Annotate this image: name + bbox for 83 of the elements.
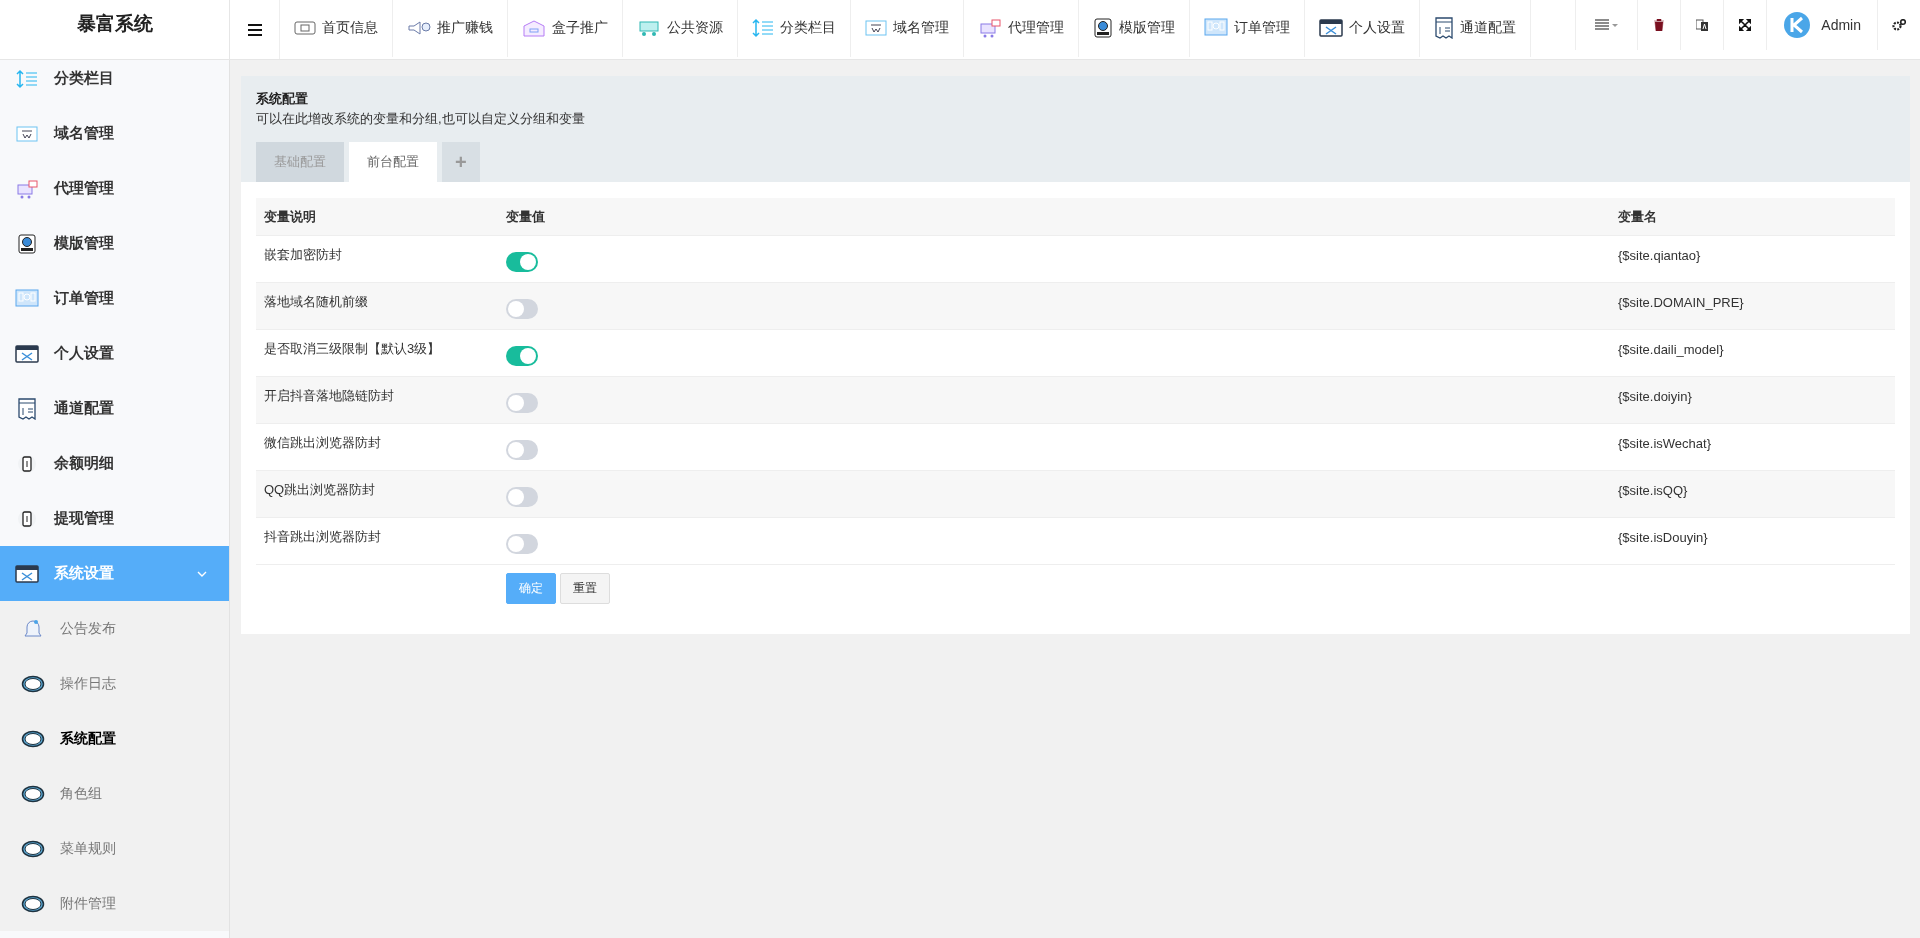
sidebar-item[interactable]: 模版管理 (0, 216, 229, 271)
submenu-item[interactable]: 附件管理 (0, 876, 229, 931)
translate-icon[interactable] (1696, 19, 1709, 31)
ring-icon (20, 674, 46, 693)
window-tools-icon (14, 564, 40, 583)
table-cell-text: 抖音跳出浏览器防封 (263, 528, 382, 546)
document-icon (1093, 18, 1113, 38)
nav-item[interactable]: 模版管理 (1079, 0, 1190, 57)
sidebar-item[interactable]: 域名管理 (0, 106, 229, 161)
monitor-icon (294, 20, 316, 36)
column-header: 变量名 (1617, 207, 1658, 226)
cart-icon (14, 178, 40, 199)
sidebar-item[interactable]: 个人设置 (0, 326, 229, 381)
sort-lines-icon (14, 68, 40, 89)
nav-item[interactable]: 个人设置 (1305, 0, 1420, 57)
nav-item[interactable]: 域名管理 (851, 0, 964, 57)
sidebar-item[interactable]: 提现管理 (0, 491, 229, 546)
ring-icon (20, 784, 46, 803)
table-cell-text: 落地域名随机前缀 (263, 293, 369, 311)
table-cell-text: {$site.isWechat} (1617, 435, 1712, 451)
cart-icon (978, 18, 1002, 38)
table-cell-text: 微信跳出浏览器防封 (263, 434, 382, 452)
box-icon (522, 19, 546, 37)
table-cell-text: {$site.isDouyin} (1617, 529, 1709, 545)
table-cell-text: 嵌套加密防封 (263, 246, 343, 264)
ring-icon (20, 839, 46, 858)
nav-item[interactable]: 通道配置 (1420, 0, 1531, 57)
cart-icon (637, 19, 661, 37)
reset-button[interactable]: 重置 (560, 573, 610, 604)
trash-icon[interactable] (1654, 19, 1665, 31)
panel-title: 系统配置 (256, 90, 309, 108)
window-tools-icon (14, 344, 40, 363)
fullscreen-icon[interactable] (1739, 19, 1752, 31)
toggle-switch[interactable] (506, 251, 538, 272)
brand-title: 暴富系统 (76, 11, 153, 36)
sidebar-item[interactable]: 订单管理 (0, 271, 229, 326)
column-header: 变量说明 (263, 207, 317, 226)
window-icon (14, 124, 40, 143)
user-menu[interactable]: Admin (1766, 0, 1877, 50)
sidebar-item[interactable]: 代理管理 (0, 161, 229, 216)
toggle-switch[interactable] (506, 439, 538, 460)
submenu-item[interactable]: 角色组 (0, 766, 229, 821)
table-cell-text: 是否取消三级限制【默认3级】 (263, 340, 442, 358)
settings-icon[interactable] (1892, 19, 1906, 31)
nav-item[interactable]: 代理管理 (964, 0, 1079, 57)
table-cell-text: {$site.doiyin} (1617, 388, 1693, 404)
window-icon (865, 19, 887, 37)
toggle-switch[interactable] (506, 298, 538, 319)
sidebar-item[interactable]: 余额明细 (0, 436, 229, 491)
menu-icon[interactable] (247, 23, 262, 36)
nav-item[interactable]: 订单管理 (1190, 0, 1305, 57)
submenu-item[interactable]: 菜单规则 (0, 821, 229, 876)
avatar-icon (1783, 11, 1812, 39)
nav-item[interactable]: 分类栏目 (738, 0, 851, 57)
ring-icon (20, 894, 46, 913)
ring-icon (20, 729, 46, 748)
nav-item[interactable]: 推广赚钱 (393, 0, 508, 57)
nav-item[interactable]: 公共资源 (623, 0, 738, 57)
toggle-switch[interactable] (506, 486, 538, 507)
window-tools-icon (1319, 19, 1343, 37)
table-cell-text: {$site.daili_model} (1617, 341, 1725, 357)
submenu-item[interactable]: 操作日志 (0, 656, 229, 711)
table-cell-text: {$site.DOMAIN_PRE} (1617, 294, 1745, 310)
nav-item[interactable]: 盒子推广 (508, 0, 623, 57)
panel-description: 可以在此增改系统的变量和分组,也可以自定义分组和变量 (256, 110, 586, 128)
toggle-switch[interactable] (506, 392, 538, 413)
table-cell-text: QQ跳出浏览器防封 (263, 481, 377, 499)
nav-item[interactable]: 首页信息 (280, 0, 393, 57)
sidebar-item[interactable]: 分类栏目 (0, 60, 229, 106)
list-caret-icon[interactable] (1594, 19, 1619, 31)
sidebar-item[interactable]: 通道配置 (0, 381, 229, 436)
toggle-switch[interactable] (506, 345, 538, 366)
tab[interactable]: 前台配置 (349, 142, 437, 182)
toggle-switch[interactable] (506, 533, 538, 554)
table-cell-text: {$site.qiantao} (1617, 247, 1702, 263)
sort-lines-icon (752, 18, 774, 38)
submenu-item[interactable]: 公告发布 (0, 601, 229, 656)
table-cell-text: {$site.isQQ} (1617, 482, 1689, 498)
megaphone-icon (407, 20, 431, 36)
receipt-icon (1434, 17, 1454, 39)
table-cell-text: 开启抖音落地隐链防封 (263, 387, 395, 405)
submenu-item[interactable]: 系统配置 (0, 711, 229, 766)
column-header: 变量值 (506, 207, 546, 226)
